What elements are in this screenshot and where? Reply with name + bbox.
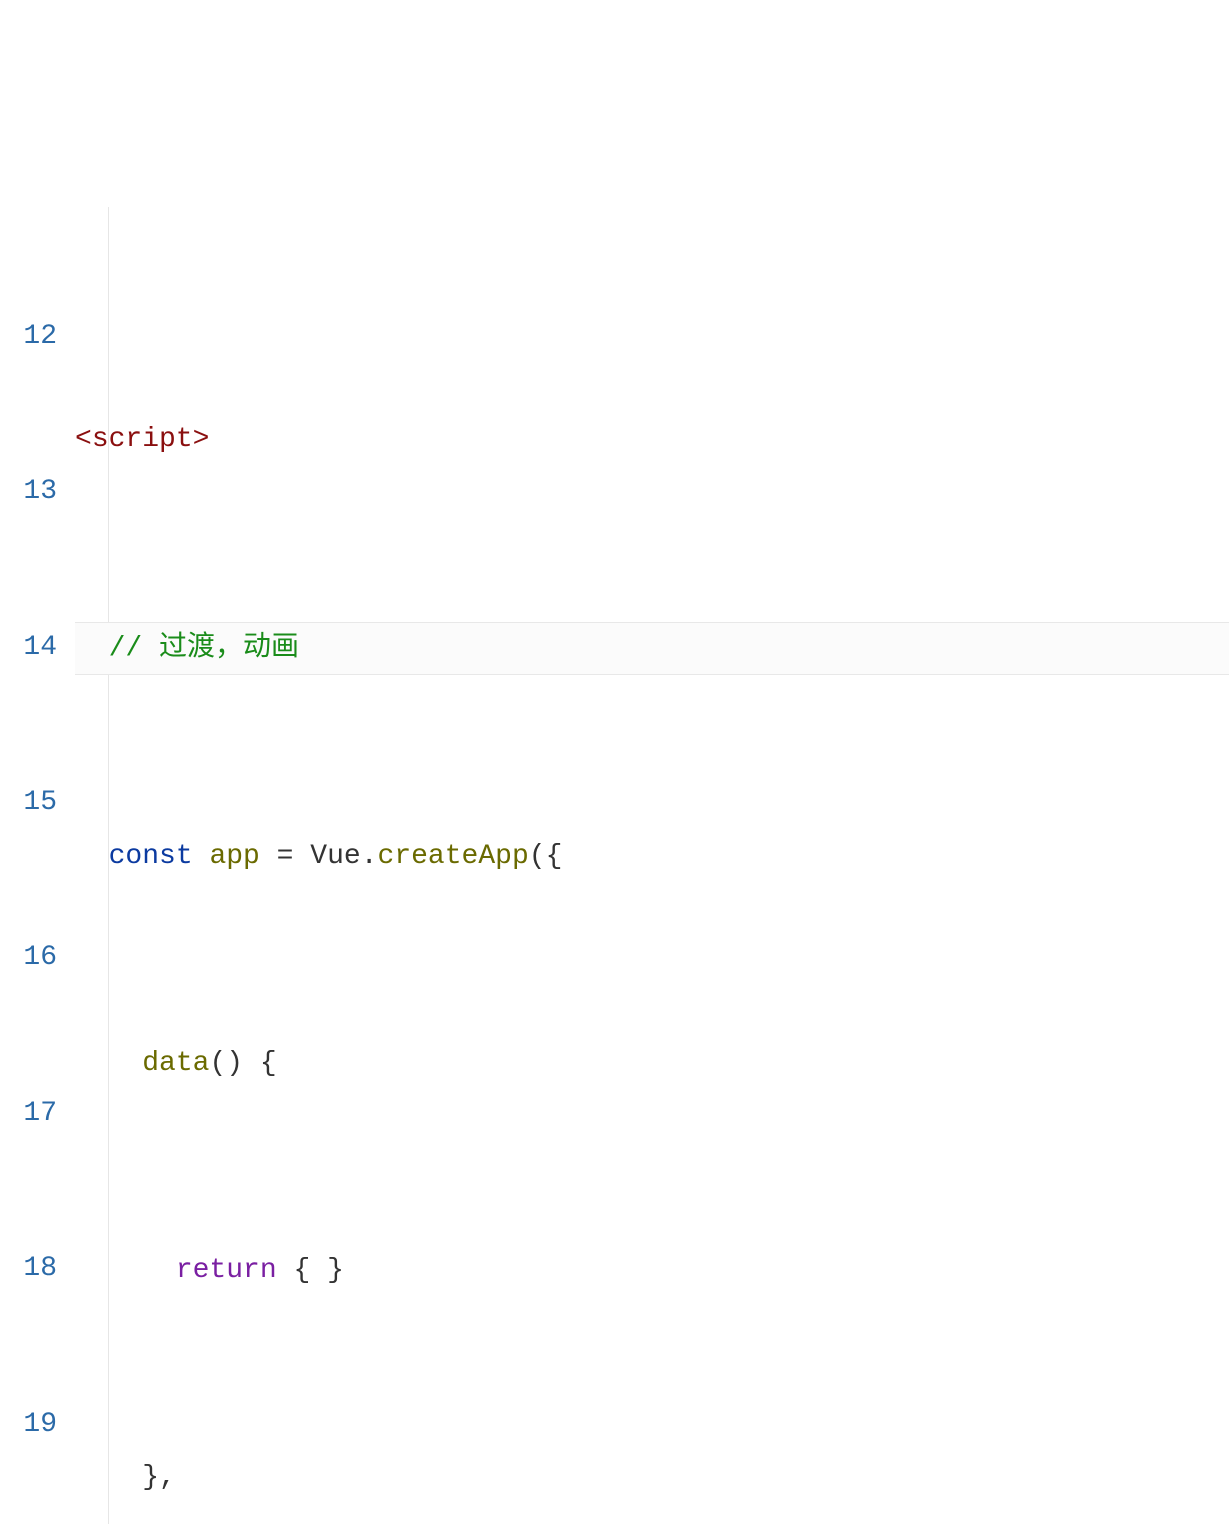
indent bbox=[75, 1462, 142, 1493]
empty-object: { } bbox=[293, 1255, 343, 1286]
comment: // 过渡，动画 bbox=[109, 633, 299, 664]
code-area[interactable]: <script> // 过渡，动画 const app = Vue.create… bbox=[75, 207, 1229, 1524]
brace-open: { bbox=[546, 841, 563, 872]
tag-close: > bbox=[193, 424, 210, 455]
code-editor[interactable]: 12 13 14 15 16 17 18 19 20 21 22 23 24 2… bbox=[0, 207, 1229, 1524]
code-line[interactable]: <script> bbox=[75, 414, 1229, 466]
code-line[interactable]: const app = Vue.createApp({ bbox=[75, 831, 1229, 883]
identifier-vue: Vue bbox=[310, 841, 360, 872]
prop-data: data bbox=[142, 1048, 209, 1079]
keyword-return: return bbox=[176, 1255, 277, 1286]
code-line[interactable]: data() { bbox=[75, 1038, 1229, 1090]
tag-open: < bbox=[75, 424, 92, 455]
line-number: 18 bbox=[0, 1243, 57, 1295]
tag-name: script bbox=[92, 424, 193, 455]
indent bbox=[75, 1255, 176, 1286]
line-number: 15 bbox=[0, 777, 57, 829]
line-number-gutter: 12 13 14 15 16 17 18 19 20 21 22 23 24 2… bbox=[0, 207, 75, 1524]
line-number: 13 bbox=[0, 466, 57, 518]
code-line-active[interactable]: // 过渡，动画 bbox=[75, 622, 1229, 676]
fn-createapp: createApp bbox=[378, 841, 529, 872]
comma: , bbox=[159, 1462, 176, 1493]
brace-open: { bbox=[260, 1048, 277, 1079]
indent bbox=[75, 633, 109, 664]
indent bbox=[75, 841, 109, 872]
dot: . bbox=[361, 841, 378, 872]
operator-eq: = bbox=[260, 841, 310, 872]
identifier-app: app bbox=[209, 841, 259, 872]
line-number: 16 bbox=[0, 932, 57, 984]
code-line[interactable]: return { } bbox=[75, 1245, 1229, 1297]
brace-close: } bbox=[142, 1462, 159, 1493]
line-number: 14 bbox=[0, 622, 57, 674]
line-number: 19 bbox=[0, 1399, 57, 1451]
paren-open: ( bbox=[529, 841, 546, 872]
line-number: 12 bbox=[0, 311, 57, 363]
keyword-const: const bbox=[109, 841, 193, 872]
indent bbox=[75, 1048, 142, 1079]
line-number: 17 bbox=[0, 1088, 57, 1140]
code-line[interactable]: }, bbox=[75, 1452, 1229, 1504]
parens: () bbox=[209, 1048, 243, 1079]
